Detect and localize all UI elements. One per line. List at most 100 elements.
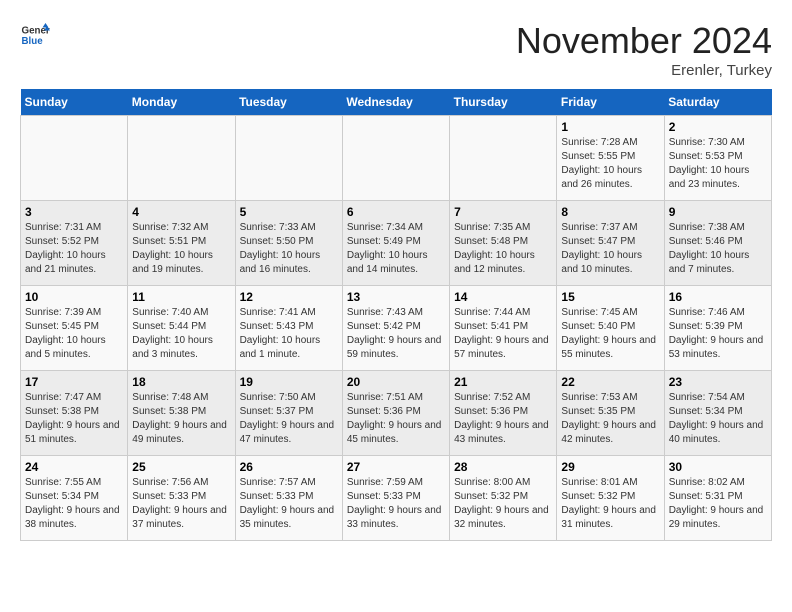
day-number: 8 bbox=[561, 205, 659, 219]
table-row: 1Sunrise: 7:28 AM Sunset: 5:55 PM Daylig… bbox=[557, 116, 664, 201]
day-number: 1 bbox=[561, 120, 659, 134]
table-row: 6 Sunrise: 7:34 AM Sunset: 5:49 PM Daylig… bbox=[342, 201, 449, 286]
table-row: 9 Sunrise: 7:38 AM Sunset: 5:46 PM Daylig… bbox=[664, 201, 771, 286]
table-row: 17 Sunrise: 7:47 AM Sunset: 5:38 PM Dayli… bbox=[21, 371, 128, 456]
day-number: 11 bbox=[132, 290, 230, 304]
table-row: 2 Sunrise: 7:30 AM Sunset: 5:53 PM Daylig… bbox=[664, 116, 771, 201]
header-monday: Monday bbox=[128, 89, 235, 116]
day-info: Sunrise: 7:57 AM Sunset: 5:33 PM Dayligh… bbox=[240, 476, 338, 532]
day-number: 29 bbox=[561, 460, 659, 474]
table-row: 12 Sunrise: 7:41 AM Sunset: 5:43 PM Dayli… bbox=[235, 286, 342, 371]
day-number: 4 bbox=[132, 205, 230, 219]
day-info: Sunrise: 7:34 AM Sunset: 5:49 PM Dayligh… bbox=[347, 221, 445, 277]
day-number: 9 bbox=[669, 205, 767, 219]
header-friday: Friday bbox=[557, 89, 664, 116]
day-info: Sunrise: 7:44 AM Sunset: 5:41 PM Dayligh… bbox=[454, 306, 552, 362]
table-row bbox=[235, 116, 342, 201]
day-number: 17 bbox=[25, 375, 123, 389]
day-number: 25 bbox=[132, 460, 230, 474]
header-wednesday: Wednesday bbox=[342, 89, 449, 116]
day-info: Sunrise: 7:30 AM Sunset: 5:53 PM Dayligh… bbox=[669, 136, 767, 192]
day-info: Sunrise: 7:56 AM Sunset: 5:33 PM Dayligh… bbox=[132, 476, 230, 532]
day-info: Sunrise: 7:38 AM Sunset: 5:46 PM Dayligh… bbox=[669, 221, 767, 277]
day-number: 21 bbox=[454, 375, 552, 389]
table-row: 23 Sunrise: 7:54 AM Sunset: 5:34 PM Dayli… bbox=[664, 371, 771, 456]
header-sunday: Sunday bbox=[21, 89, 128, 116]
table-row: 14Sunrise: 7:44 AM Sunset: 5:41 PM Dayli… bbox=[450, 286, 557, 371]
day-info: Sunrise: 7:59 AM Sunset: 5:33 PM Dayligh… bbox=[347, 476, 445, 532]
logo: General Blue bbox=[20, 20, 50, 50]
day-info: Sunrise: 7:47 AM Sunset: 5:38 PM Dayligh… bbox=[25, 391, 123, 447]
header-thursday: Thursday bbox=[450, 89, 557, 116]
day-number: 23 bbox=[669, 375, 767, 389]
day-info: Sunrise: 7:40 AM Sunset: 5:44 PM Dayligh… bbox=[132, 306, 230, 362]
table-row: 16 Sunrise: 7:46 AM Sunset: 5:39 PM Dayli… bbox=[664, 286, 771, 371]
day-number: 24 bbox=[25, 460, 123, 474]
day-number: 12 bbox=[240, 290, 338, 304]
day-info: Sunrise: 7:50 AM Sunset: 5:37 PM Dayligh… bbox=[240, 391, 338, 447]
table-row: 22Sunrise: 7:53 AM Sunset: 5:35 PM Dayli… bbox=[557, 371, 664, 456]
day-info: Sunrise: 7:39 AM Sunset: 5:45 PM Dayligh… bbox=[25, 306, 123, 362]
day-number: 10 bbox=[25, 290, 123, 304]
calendar-table: Sunday Monday Tuesday Wednesday Thursday… bbox=[20, 89, 772, 541]
day-info: Sunrise: 7:51 AM Sunset: 5:36 PM Dayligh… bbox=[347, 391, 445, 447]
calendar-row: 17 Sunrise: 7:47 AM Sunset: 5:38 PM Dayli… bbox=[21, 371, 772, 456]
day-number: 5 bbox=[240, 205, 338, 219]
table-row: 15Sunrise: 7:45 AM Sunset: 5:40 PM Dayli… bbox=[557, 286, 664, 371]
page-header: General Blue November 2024 Erenler, Turk… bbox=[20, 20, 772, 79]
day-info: Sunrise: 8:02 AM Sunset: 5:31 PM Dayligh… bbox=[669, 476, 767, 532]
day-info: Sunrise: 7:52 AM Sunset: 5:36 PM Dayligh… bbox=[454, 391, 552, 447]
calendar-title: November 2024 bbox=[516, 20, 772, 62]
table-row: 18Sunrise: 7:48 AM Sunset: 5:38 PM Dayli… bbox=[128, 371, 235, 456]
day-info: Sunrise: 7:54 AM Sunset: 5:34 PM Dayligh… bbox=[669, 391, 767, 447]
table-row: 20 Sunrise: 7:51 AM Sunset: 5:36 PM Dayli… bbox=[342, 371, 449, 456]
calendar-row: 1Sunrise: 7:28 AM Sunset: 5:55 PM Daylig… bbox=[21, 116, 772, 201]
logo-icon: General Blue bbox=[20, 20, 50, 50]
table-row: 21 Sunrise: 7:52 AM Sunset: 5:36 PM Dayli… bbox=[450, 371, 557, 456]
day-info: Sunrise: 7:41 AM Sunset: 5:43 PM Dayligh… bbox=[240, 306, 338, 362]
day-number: 28 bbox=[454, 460, 552, 474]
day-info: Sunrise: 7:32 AM Sunset: 5:51 PM Dayligh… bbox=[132, 221, 230, 277]
day-info: Sunrise: 7:46 AM Sunset: 5:39 PM Dayligh… bbox=[669, 306, 767, 362]
day-number: 2 bbox=[669, 120, 767, 134]
table-row: 11 Sunrise: 7:40 AM Sunset: 5:44 PM Dayli… bbox=[128, 286, 235, 371]
day-info: Sunrise: 8:01 AM Sunset: 5:32 PM Dayligh… bbox=[561, 476, 659, 532]
table-row: 24 Sunrise: 7:55 AM Sunset: 5:34 PM Dayli… bbox=[21, 456, 128, 541]
day-info: Sunrise: 7:45 AM Sunset: 5:40 PM Dayligh… bbox=[561, 306, 659, 362]
day-number: 20 bbox=[347, 375, 445, 389]
table-row bbox=[21, 116, 128, 201]
calendar-row: 3 Sunrise: 7:31 AM Sunset: 5:52 PM Daylig… bbox=[21, 201, 772, 286]
calendar-subtitle: Erenler, Turkey bbox=[516, 62, 772, 79]
table-row: 5 Sunrise: 7:33 AM Sunset: 5:50 PM Daylig… bbox=[235, 201, 342, 286]
header-tuesday: Tuesday bbox=[235, 89, 342, 116]
table-row: 13 Sunrise: 7:43 AM Sunset: 5:42 PM Dayli… bbox=[342, 286, 449, 371]
table-row: 27Sunrise: 7:59 AM Sunset: 5:33 PM Dayli… bbox=[342, 456, 449, 541]
day-info: Sunrise: 7:48 AM Sunset: 5:38 PM Dayligh… bbox=[132, 391, 230, 447]
day-number: 26 bbox=[240, 460, 338, 474]
day-info: Sunrise: 7:37 AM Sunset: 5:47 PM Dayligh… bbox=[561, 221, 659, 277]
table-row: 19Sunrise: 7:50 AM Sunset: 5:37 PM Dayli… bbox=[235, 371, 342, 456]
day-info: Sunrise: 7:35 AM Sunset: 5:48 PM Dayligh… bbox=[454, 221, 552, 277]
day-number: 3 bbox=[25, 205, 123, 219]
day-info: Sunrise: 7:43 AM Sunset: 5:42 PM Dayligh… bbox=[347, 306, 445, 362]
table-row bbox=[342, 116, 449, 201]
day-number: 6 bbox=[347, 205, 445, 219]
table-row: 10 Sunrise: 7:39 AM Sunset: 5:45 PM Dayli… bbox=[21, 286, 128, 371]
day-info: Sunrise: 8:00 AM Sunset: 5:32 PM Dayligh… bbox=[454, 476, 552, 532]
table-row: 26 Sunrise: 7:57 AM Sunset: 5:33 PM Dayli… bbox=[235, 456, 342, 541]
title-area: November 2024 Erenler, Turkey bbox=[516, 20, 772, 79]
calendar-row: 10 Sunrise: 7:39 AM Sunset: 5:45 PM Dayli… bbox=[21, 286, 772, 371]
table-row bbox=[128, 116, 235, 201]
day-info: Sunrise: 7:55 AM Sunset: 5:34 PM Dayligh… bbox=[25, 476, 123, 532]
svg-text:Blue: Blue bbox=[22, 36, 44, 47]
table-row: 28 Sunrise: 8:00 AM Sunset: 5:32 PM Dayli… bbox=[450, 456, 557, 541]
day-info: Sunrise: 7:31 AM Sunset: 5:52 PM Dayligh… bbox=[25, 221, 123, 277]
day-number: 13 bbox=[347, 290, 445, 304]
day-info: Sunrise: 7:53 AM Sunset: 5:35 PM Dayligh… bbox=[561, 391, 659, 447]
header-saturday: Saturday bbox=[664, 89, 771, 116]
day-info: Sunrise: 7:33 AM Sunset: 5:50 PM Dayligh… bbox=[240, 221, 338, 277]
weekday-header-row: Sunday Monday Tuesday Wednesday Thursday… bbox=[21, 89, 772, 116]
calendar-row: 24 Sunrise: 7:55 AM Sunset: 5:34 PM Dayli… bbox=[21, 456, 772, 541]
day-number: 30 bbox=[669, 460, 767, 474]
day-number: 16 bbox=[669, 290, 767, 304]
